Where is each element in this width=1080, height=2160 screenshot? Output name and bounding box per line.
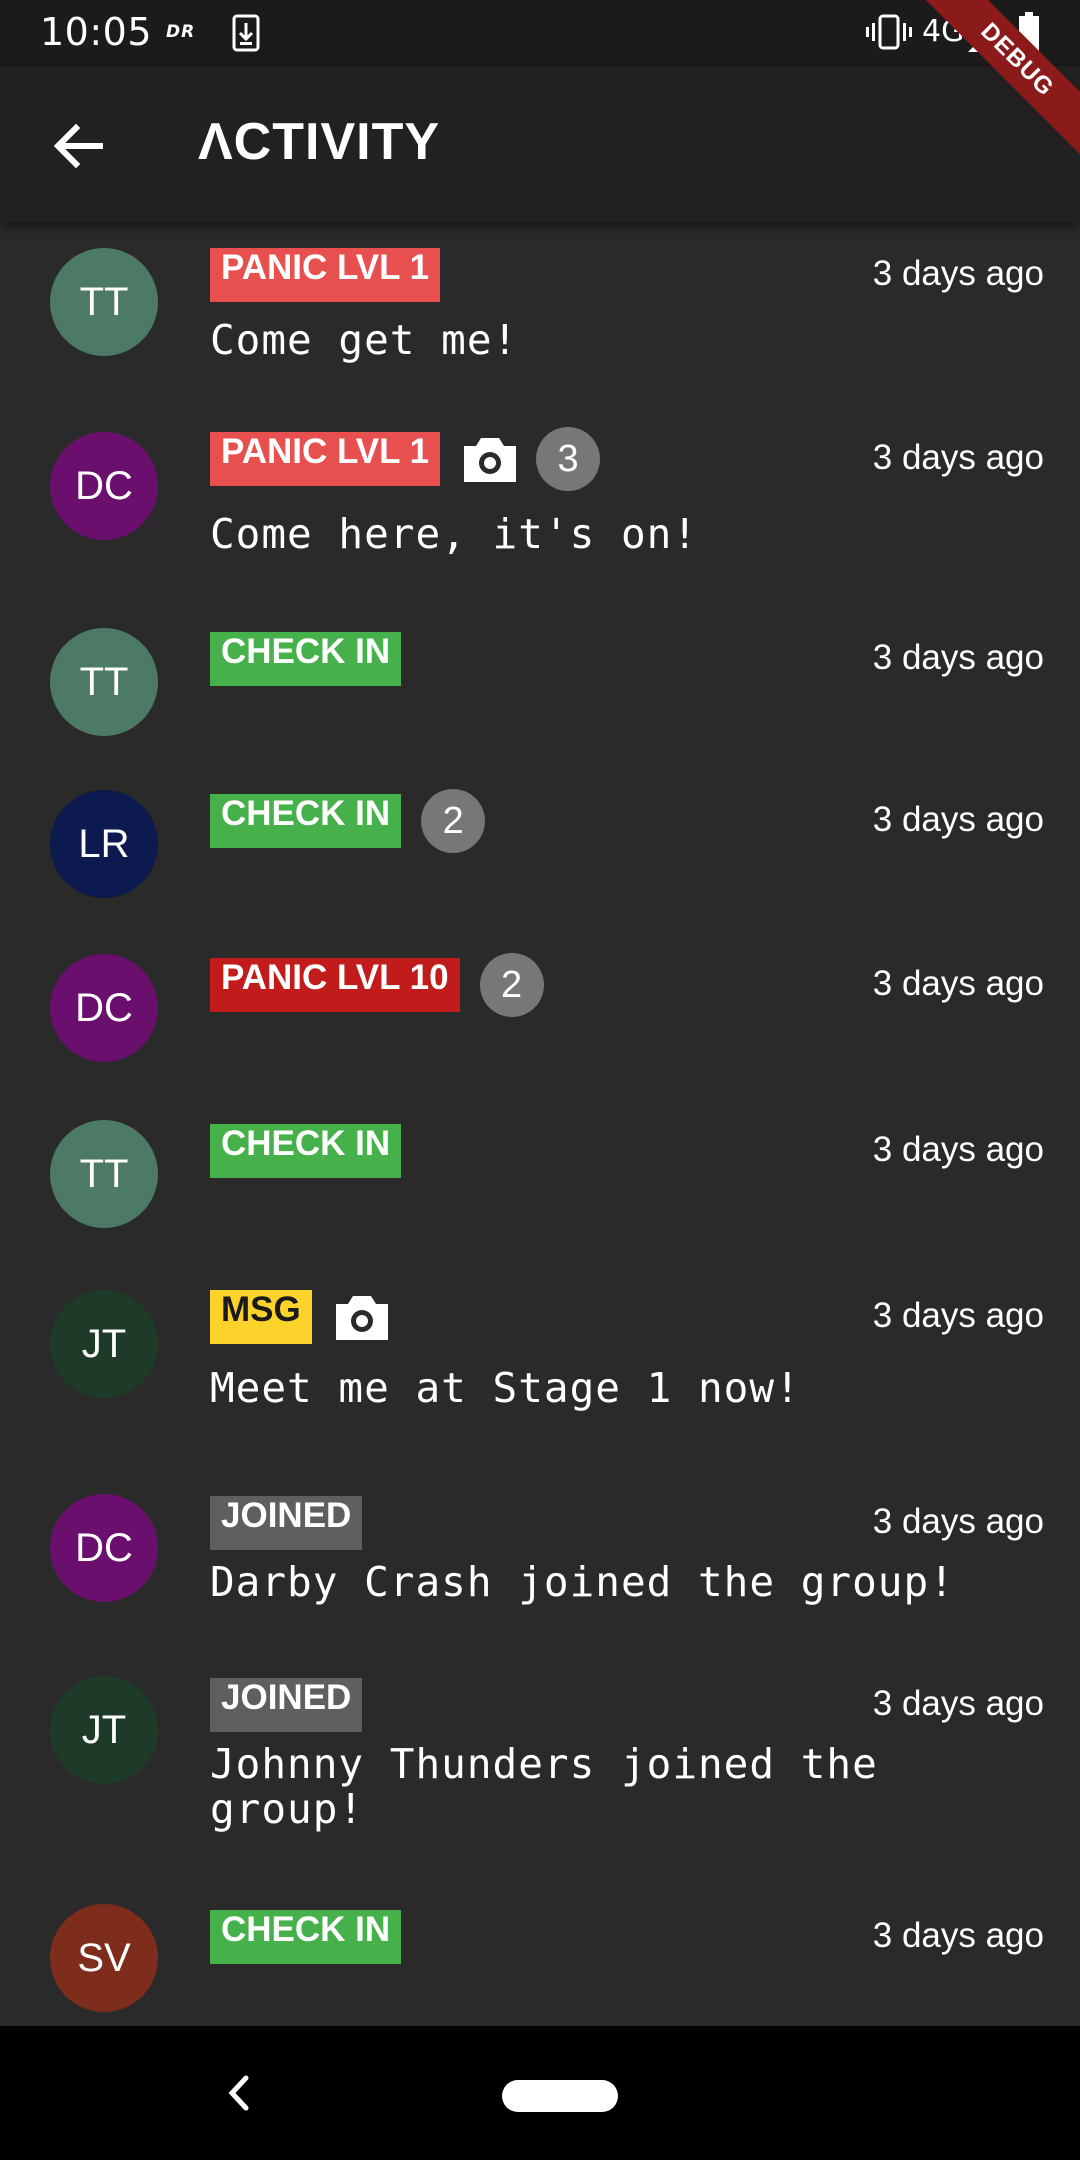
timestamp: 3 days ago bbox=[872, 254, 1044, 293]
activity-row[interactable]: SV CHECK IN 3 days ago bbox=[0, 1882, 1080, 2026]
count-badge: 2 bbox=[479, 953, 544, 1017]
avatar[interactable]: JT bbox=[50, 1676, 158, 1784]
activity-row[interactable]: JT JOINED 3 days ago Johnny Thunders joined… bbox=[0, 1652, 1080, 1832]
vibrate-icon bbox=[866, 14, 912, 50]
timestamp: 3 days ago bbox=[872, 1916, 1044, 1955]
avatar[interactable]: JT bbox=[50, 1290, 158, 1398]
activity-row[interactable]: LR CHECK IN 2 3 days ago bbox=[0, 770, 1080, 950]
activity-type-badge: MSG bbox=[210, 1290, 312, 1344]
activity-message: Meet me at Stage 1 now! bbox=[210, 1364, 801, 1412]
camera-icon[interactable] bbox=[332, 1290, 392, 1344]
page-title: ΛCTIVITY bbox=[198, 113, 441, 171]
activity-message: Johnny Thunders joined the group! bbox=[210, 1740, 878, 1834]
activity-row[interactable]: DC PANIC LVL 10 2 3 days ago bbox=[0, 934, 1080, 1114]
timestamp: 3 days ago bbox=[872, 1130, 1044, 1169]
avatar[interactable]: DC bbox=[50, 432, 158, 540]
activity-row[interactable]: DC JOINED 3 days ago Darby Crash joined the… bbox=[0, 1470, 1080, 1650]
avatar[interactable]: SV bbox=[50, 1904, 158, 2012]
status-bar: 10:05 DR 4G bbox=[0, 0, 1080, 66]
activity-type-badge: PANIC LVL 1 bbox=[210, 248, 441, 302]
timestamp: 3 days ago bbox=[872, 1684, 1044, 1723]
activity-type-badge: CHECK IN bbox=[210, 1910, 402, 1964]
count-badge: 3 bbox=[536, 427, 601, 491]
count-badge: 2 bbox=[421, 789, 486, 853]
activity-row[interactable]: TT PANIC LVL 1 3 days ago Come get me! bbox=[0, 222, 1080, 402]
activity-type-badge: CHECK IN bbox=[210, 1124, 402, 1178]
nav-home-pill[interactable] bbox=[502, 2080, 618, 2112]
camera-icon[interactable] bbox=[460, 432, 520, 486]
activity-type-badge: JOINED bbox=[210, 1496, 363, 1550]
arrow-left-icon[interactable] bbox=[50, 118, 106, 174]
activity-type-badge: PANIC LVL 1 bbox=[210, 432, 441, 486]
avatar[interactable]: DC bbox=[50, 954, 158, 1062]
timestamp: 3 days ago bbox=[872, 438, 1044, 477]
avatar[interactable]: LR bbox=[50, 790, 158, 898]
activity-message: Come here, it's on! bbox=[210, 510, 698, 558]
timestamp: 3 days ago bbox=[872, 638, 1044, 677]
avatar[interactable]: TT bbox=[50, 1120, 158, 1228]
activity-type-badge: PANIC LVL 10 bbox=[210, 958, 460, 1012]
activity-row[interactable]: TT CHECK IN 3 days ago bbox=[0, 1100, 1080, 1280]
activity-row[interactable]: DC PANIC LVL 1 3 3 days ago Come here, it's … bbox=[0, 402, 1080, 582]
activity-row[interactable]: TT CHECK IN 3 days ago bbox=[0, 602, 1080, 782]
carrier-logo: DR bbox=[166, 22, 196, 42]
avatar[interactable]: DC bbox=[50, 1494, 158, 1602]
avatar[interactable]: TT bbox=[50, 628, 158, 736]
timestamp: 3 days ago bbox=[872, 800, 1044, 839]
activity-message: Come get me! bbox=[210, 316, 519, 364]
status-time: 10:05 bbox=[40, 10, 153, 54]
activity-type-badge: CHECK IN bbox=[210, 632, 402, 686]
activity-list[interactable]: TT PANIC LVL 1 3 days ago Come get me! DC PAN… bbox=[0, 222, 1080, 2026]
nav-back-icon[interactable] bbox=[218, 2070, 258, 2116]
timestamp: 3 days ago bbox=[872, 1502, 1044, 1541]
timestamp: 3 days ago bbox=[872, 964, 1044, 1003]
app-bar: ΛCTIVITY bbox=[0, 66, 1080, 222]
activity-type-badge: JOINED bbox=[210, 1678, 363, 1732]
activity-message: Darby Crash joined the group! bbox=[210, 1558, 955, 1606]
avatar[interactable]: TT bbox=[50, 248, 158, 356]
timestamp: 3 days ago bbox=[872, 1296, 1044, 1335]
activity-row[interactable]: JT MSG 3 days ago Meet me at Stage 1 now! bbox=[0, 1264, 1080, 1444]
navigation-bar bbox=[0, 2026, 1080, 2160]
download-icon bbox=[232, 14, 260, 52]
activity-type-badge: CHECK IN bbox=[210, 794, 402, 848]
